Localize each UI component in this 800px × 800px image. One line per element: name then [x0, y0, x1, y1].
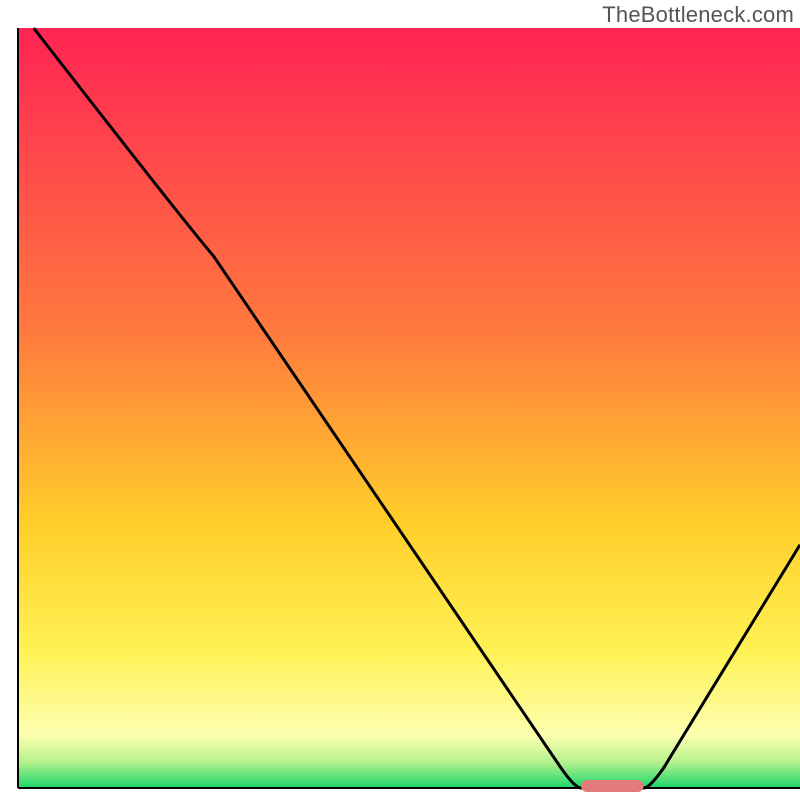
plot-background	[18, 28, 800, 788]
optimal-range-marker	[581, 780, 644, 792]
chart-canvas	[0, 0, 800, 800]
bottleneck-chart: TheBottleneck.com	[0, 0, 800, 800]
watermark-label: TheBottleneck.com	[602, 2, 794, 28]
